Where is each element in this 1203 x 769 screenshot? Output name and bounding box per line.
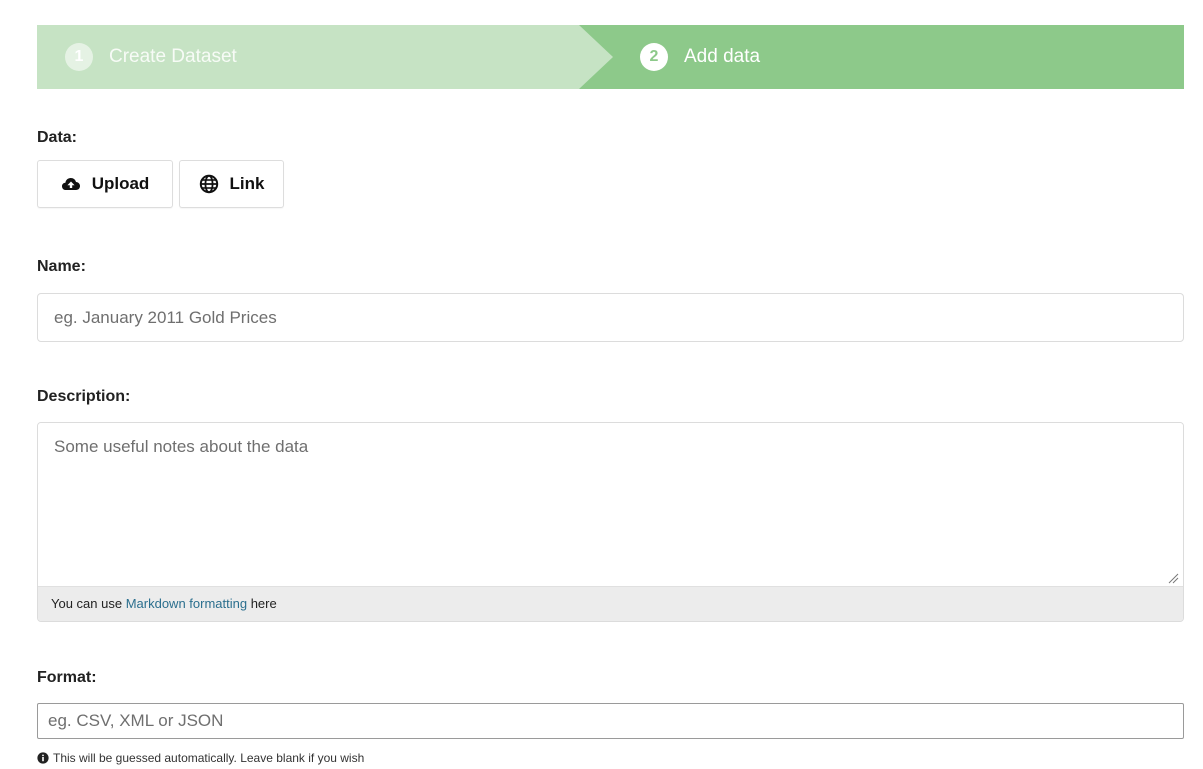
markdown-formatting-link[interactable]: Markdown formatting xyxy=(126,596,247,611)
description-field: You can use Markdown formatting here xyxy=(37,422,1184,622)
step-create-dataset[interactable]: 1 Create Dataset xyxy=(37,25,579,89)
description-label: Description: xyxy=(37,388,131,405)
cloud-upload-icon xyxy=(61,174,81,194)
link-button[interactable]: Link xyxy=(179,160,284,208)
step-number-1: 1 xyxy=(65,43,93,71)
markdown-hint: You can use Markdown formatting here xyxy=(38,586,1183,621)
step-separator-arrow xyxy=(579,25,613,89)
format-help-label: This will be guessed automatically. Leav… xyxy=(53,751,365,765)
stage-stepper: 1 Create Dataset 2 Add data xyxy=(37,25,1184,89)
format-input[interactable] xyxy=(37,703,1184,739)
resize-handle-icon[interactable] xyxy=(1167,571,1179,584)
markdown-hint-suffix: here xyxy=(247,596,277,611)
markdown-hint-prefix: You can use xyxy=(51,596,126,611)
name-input[interactable] xyxy=(37,293,1184,342)
step-number-2: 2 xyxy=(640,43,668,71)
step-label-add-data: Add data xyxy=(684,46,761,67)
globe-icon xyxy=(199,174,219,194)
format-label: Format: xyxy=(37,669,97,686)
format-help-text: This will be guessed automatically. Leav… xyxy=(37,751,364,765)
info-circle-icon xyxy=(37,752,49,764)
upload-button[interactable]: Upload xyxy=(37,160,173,208)
name-label: Name: xyxy=(37,258,86,275)
upload-button-label: Upload xyxy=(91,174,150,193)
description-textarea[interactable] xyxy=(38,423,1183,586)
data-label: Data: xyxy=(37,129,78,146)
link-button-label: Link xyxy=(229,174,265,193)
step-label-create-dataset: Create Dataset xyxy=(109,46,237,67)
